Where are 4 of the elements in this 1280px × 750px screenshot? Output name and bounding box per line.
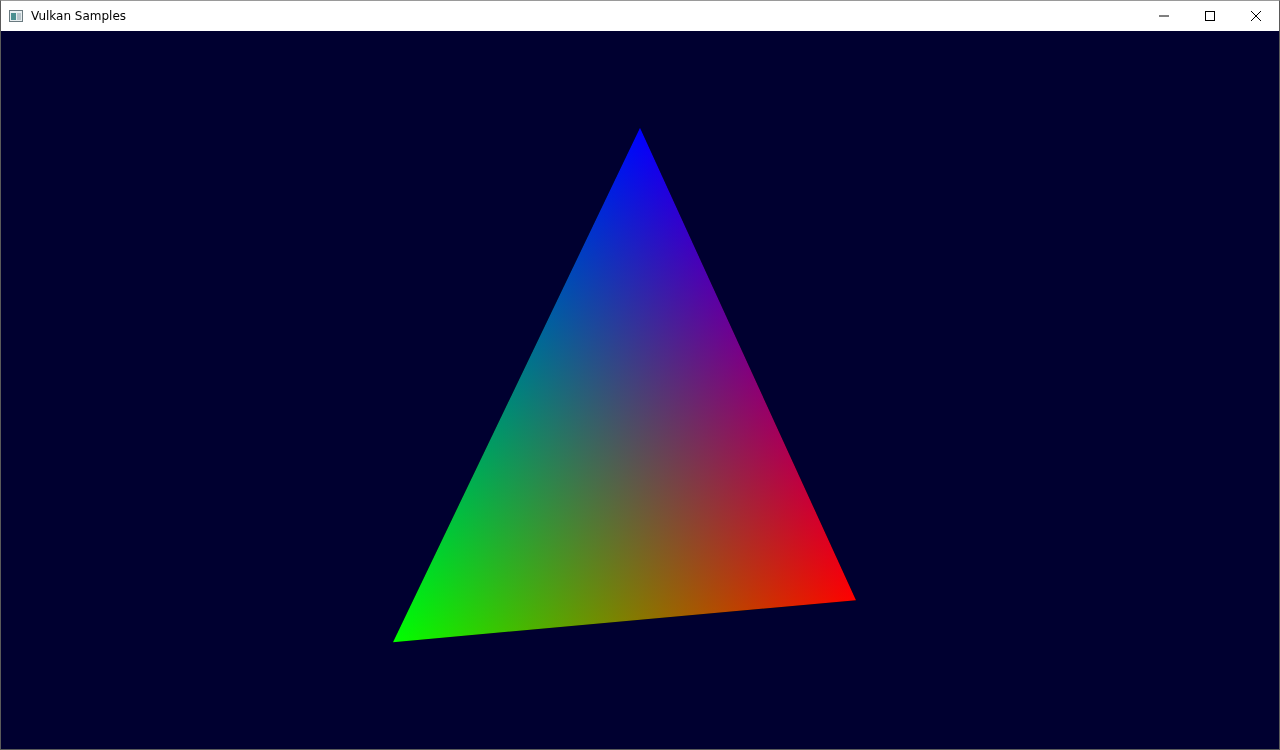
maximize-icon — [1205, 11, 1215, 21]
app-icon — [9, 10, 23, 22]
window-title: Vulkan Samples — [31, 8, 127, 25]
close-icon — [1251, 11, 1261, 21]
